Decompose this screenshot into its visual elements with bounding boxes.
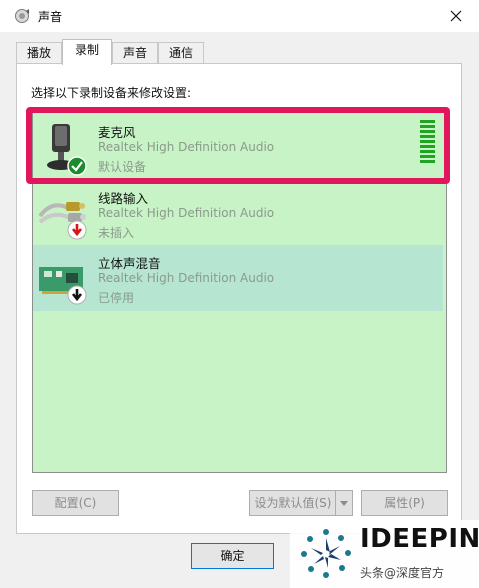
device-line-in[interactable]: 线路输入 Realtek High Definition Audio 未插入 xyxy=(33,180,443,246)
device-driver: Realtek High Definition Audio xyxy=(98,140,275,154)
device-name: 立体声混音 xyxy=(98,256,161,271)
close-icon xyxy=(450,10,462,22)
recording-panel: 选择以下录制设备来修改设置: 麦克风 Realtek High Definiti… xyxy=(16,63,462,534)
ideepin-watermark: IDEEPIN 头条@深度官方 xyxy=(290,520,479,588)
level-meter-bar xyxy=(420,120,435,123)
device-status: 默认设备 xyxy=(98,160,147,174)
tab-playback[interactable]: 播放 xyxy=(16,42,62,64)
instruction-text: 选择以下录制设备来修改设置: xyxy=(31,86,192,100)
set-default-dropdown[interactable] xyxy=(335,491,352,515)
tab-sounds[interactable]: 声音 xyxy=(112,42,158,64)
device-status: 未插入 xyxy=(98,226,135,240)
black-down-arrow-icon xyxy=(67,285,87,305)
ideepin-logo-text: IDEEPIN xyxy=(360,524,479,554)
device-microphone[interactable]: 麦克风 Realtek High Definition Audio 默认设备 xyxy=(26,107,450,184)
set-default-label: 设为默认值(S) xyxy=(254,496,332,510)
device-driver: Realtek High Definition Audio xyxy=(98,206,275,220)
window-title: 声音 xyxy=(38,10,63,24)
level-meter-bar xyxy=(420,160,435,163)
ok-button[interactable]: 确定 xyxy=(191,543,274,569)
speaker-icon xyxy=(15,9,29,23)
set-default-button[interactable]: 设为默认值(S) xyxy=(249,490,353,516)
level-meter-bar xyxy=(420,155,435,158)
ideepin-logo-icon xyxy=(301,529,351,578)
device-name: 麦克风 xyxy=(98,125,136,140)
close-button[interactable] xyxy=(433,0,479,32)
tab-communications[interactable]: 通信 xyxy=(158,42,204,64)
tab-recording[interactable]: 录制 xyxy=(62,39,112,65)
level-meter-bar xyxy=(420,145,435,148)
configure-button[interactable]: 配置(C) xyxy=(32,490,119,516)
title-bar: 声音 xyxy=(0,0,479,32)
level-meter-bar xyxy=(420,140,435,143)
level-meter xyxy=(420,120,435,165)
level-meter-bar xyxy=(420,125,435,128)
device-status: 已停用 xyxy=(98,291,135,305)
device-stereo-mix[interactable]: 立体声混音 Realtek High Definition Audio 已停用 xyxy=(33,245,443,311)
level-meter-bar xyxy=(420,150,435,153)
level-meter-bar xyxy=(420,135,435,138)
device-list[interactable]: 麦克风 Realtek High Definition Audio 默认设备 线… xyxy=(26,107,450,473)
chevron-down-icon xyxy=(340,500,348,506)
properties-button[interactable]: 属性(P) xyxy=(361,490,448,516)
check-icon xyxy=(67,156,87,176)
device-driver: Realtek High Definition Audio xyxy=(98,271,275,285)
sound-dialog: 声音 播放 录制 声音 通信 选择以下录制设备来修改设置: 麦克风 Realte… xyxy=(0,0,479,588)
watermark-caption: 头条@深度官方 xyxy=(360,566,445,580)
red-down-arrow-icon xyxy=(67,220,87,240)
device-name: 线路输入 xyxy=(98,191,149,206)
level-meter-bar xyxy=(420,130,435,133)
